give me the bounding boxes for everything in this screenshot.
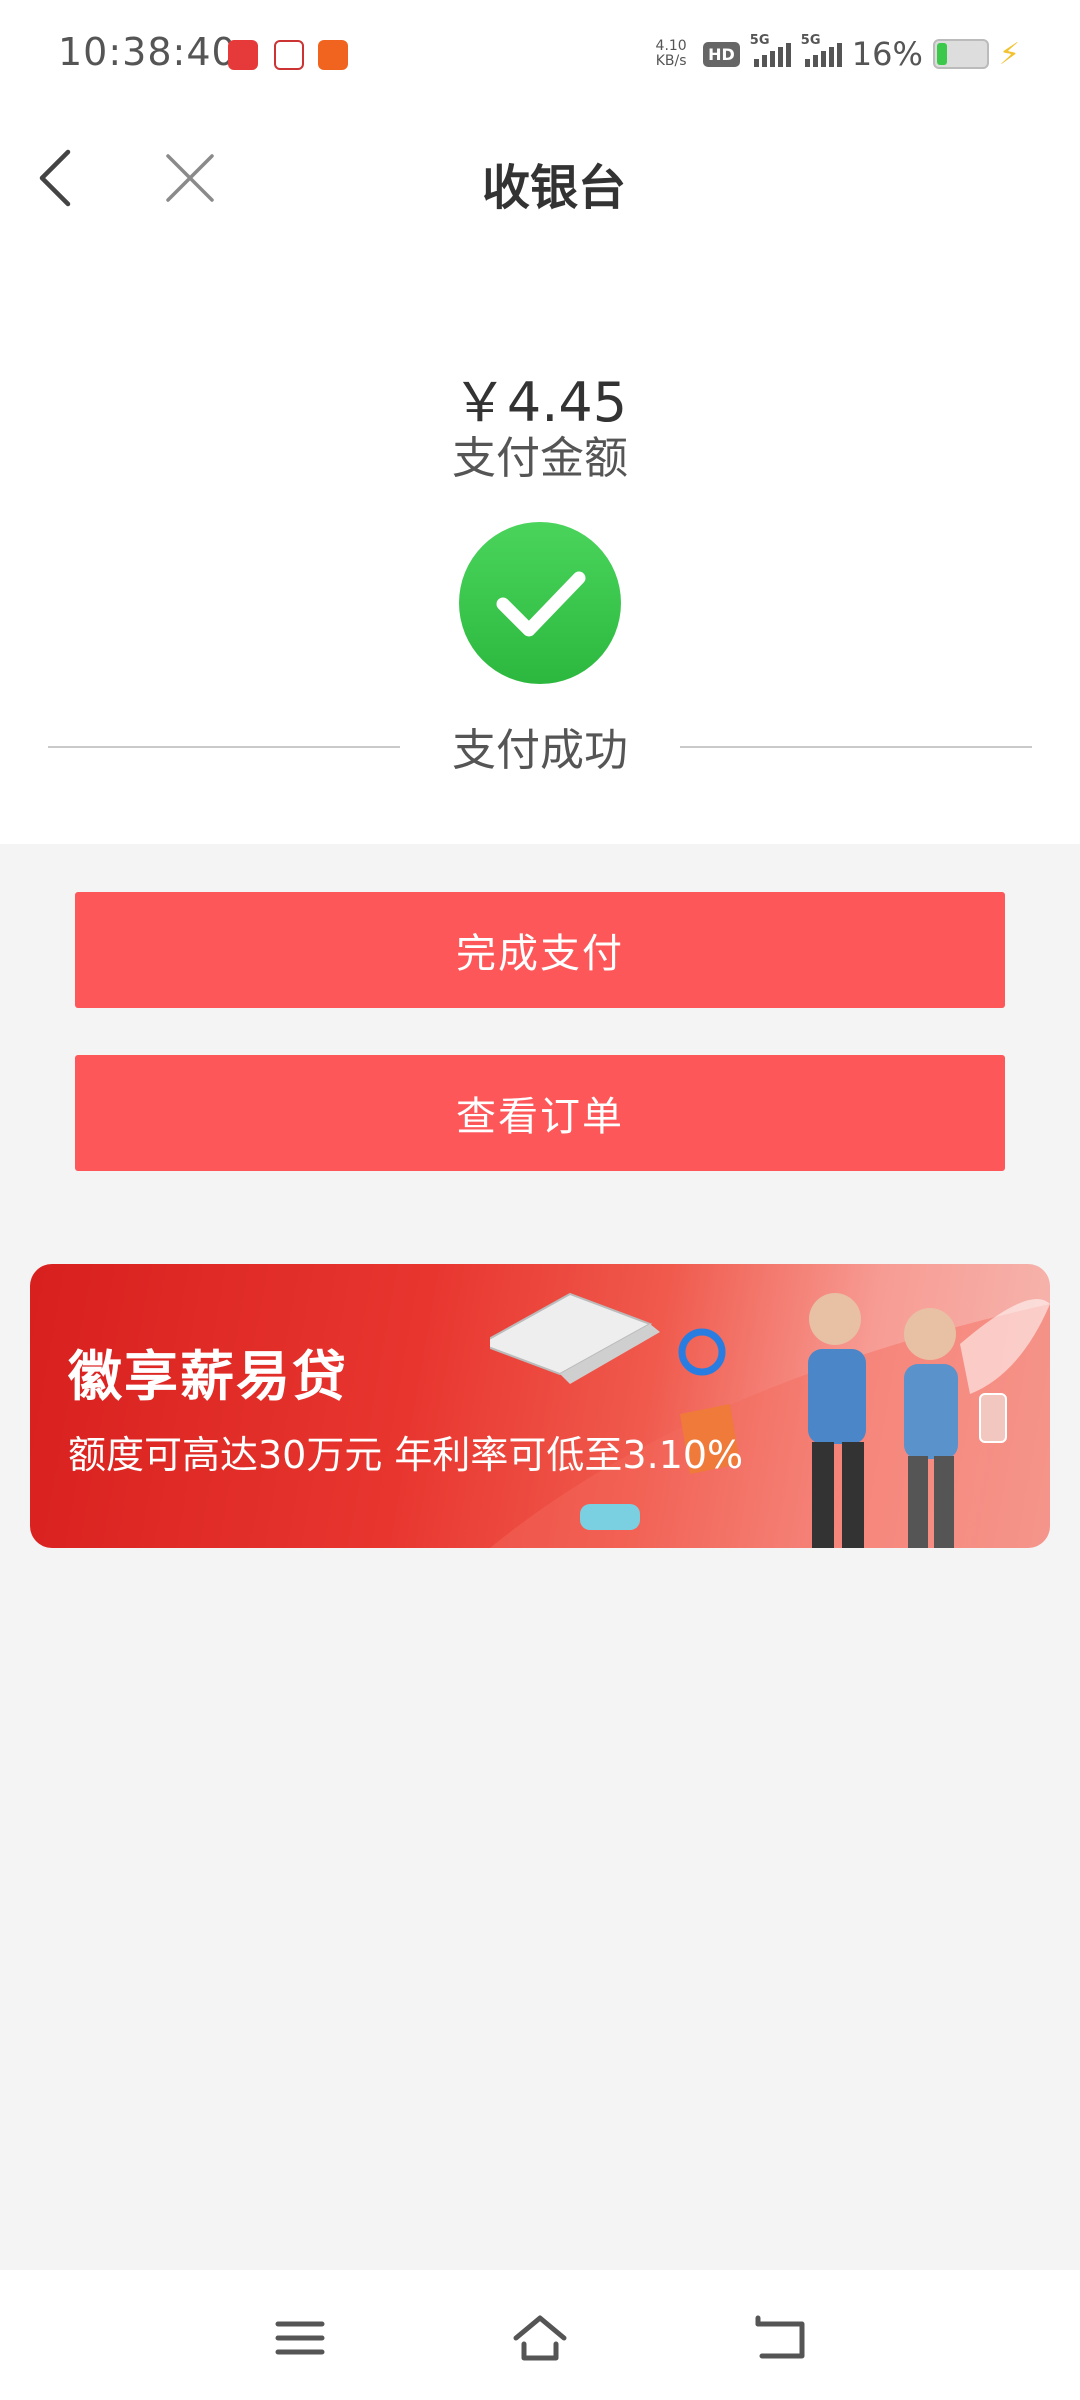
- signal-icon-2: 5G: [801, 33, 842, 67]
- menu-icon[interactable]: [272, 2310, 328, 2366]
- status-right-group: 4.10 KB/s HD 5G 5G 16% ⚡: [649, 33, 1020, 74]
- page-title: 收银台: [481, 160, 626, 216]
- signal-2-label: 5G: [800, 33, 821, 48]
- page-header: 收银台: [0, 110, 1080, 240]
- net-speed: 4.10 KB/s: [649, 39, 693, 69]
- view-order-button[interactable]: 查看订单: [75, 1055, 1005, 1171]
- battery-percent: 16%: [851, 35, 923, 73]
- app-notification-icon-1: [228, 40, 258, 70]
- charging-icon: ⚡: [998, 36, 1020, 72]
- status-time: 10:38:40: [58, 30, 237, 74]
- app-notification-icon-2: [274, 40, 304, 70]
- status-bar: 10:38:40 4.10 KB/s HD 5G 5G 16% ⚡: [0, 0, 1080, 110]
- payment-result-card: ￥4.45 支付金额 支付成功: [0, 240, 1080, 844]
- net-speed-value: 4.10: [655, 38, 687, 54]
- check-circle-icon: [459, 522, 621, 684]
- hd-icon: HD: [703, 41, 740, 67]
- complete-payment-button[interactable]: 完成支付: [75, 892, 1005, 1008]
- net-speed-unit: KB/s: [655, 53, 687, 69]
- signal-icon-1: 5G: [750, 33, 791, 67]
- promo-illustration: [490, 1292, 1050, 1548]
- payment-amount-label: 支付金额: [452, 433, 628, 484]
- banner-subtitle: 额度可高达30万元 年利率可低至3.10%: [68, 1433, 744, 1477]
- signal-1-label: 5G: [749, 33, 770, 48]
- battery-icon: [932, 39, 989, 69]
- payment-status-text: 支付成功: [452, 725, 628, 776]
- back-icon[interactable]: [752, 2310, 808, 2366]
- bank-notification-icon: [318, 40, 348, 70]
- loan-promo-banner[interactable]: 徽享薪易贷 额度可高达30万元 年利率可低至3.10%: [30, 1264, 1050, 1548]
- banner-title: 徽享薪易贷: [68, 1345, 348, 1408]
- system-nav-bar: [0, 2270, 1080, 2400]
- home-icon[interactable]: [512, 2310, 568, 2366]
